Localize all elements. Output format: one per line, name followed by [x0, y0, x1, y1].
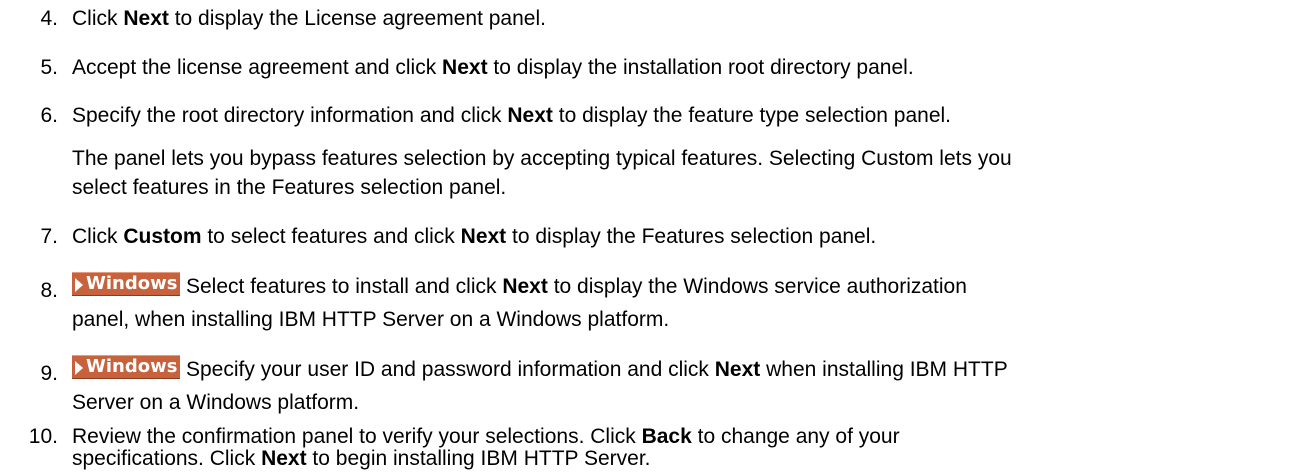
- step-number: 7.: [40, 225, 58, 248]
- ui-term-next: Next: [714, 358, 761, 381]
- step-text: Windows Select features to install and cl…: [72, 272, 1287, 301]
- step-number: 5.: [40, 56, 58, 79]
- ui-term-next: Next: [442, 56, 488, 79]
- windows-platform-badge: Windows: [72, 272, 180, 296]
- step-number: 9.: [40, 362, 58, 385]
- step-number: 10.: [28, 425, 58, 448]
- step-9-line-2: Server on a Windows platform.: [72, 391, 360, 414]
- step-number: 6.: [40, 104, 58, 127]
- ui-term-next: Next: [123, 7, 169, 30]
- step-text: Specify the root directory information a…: [72, 104, 951, 127]
- ui-term-next: Next: [460, 225, 507, 248]
- ui-term-next: Next: [261, 447, 307, 470]
- step-number: 8.: [40, 279, 58, 302]
- step-8-line-2: panel, when installing IBM HTTP Server o…: [72, 308, 670, 331]
- step-text: Click Custom to select features and clic…: [72, 225, 877, 248]
- ui-term-custom: Custom: [123, 225, 202, 248]
- step-6-note-line-1: The panel lets you bypass features selec…: [72, 147, 1012, 170]
- step-10-line-2: specifications. Click Next to begin inst…: [72, 447, 651, 470]
- step-text: Windows Specify your user ID and password…: [72, 355, 1287, 384]
- step-6-note-line-2: select features in the Features selectio…: [72, 176, 507, 199]
- step-text: Click Next to display the License agreem…: [72, 7, 546, 30]
- ui-term-next: Next: [507, 104, 553, 127]
- windows-platform-badge: Windows: [72, 355, 180, 379]
- step-text: Accept the license agreement and click N…: [72, 56, 914, 79]
- arrow-right-icon: [75, 361, 83, 375]
- arrow-right-icon: [75, 278, 83, 292]
- step-number: 4.: [40, 7, 58, 30]
- ui-term-next: Next: [502, 275, 548, 298]
